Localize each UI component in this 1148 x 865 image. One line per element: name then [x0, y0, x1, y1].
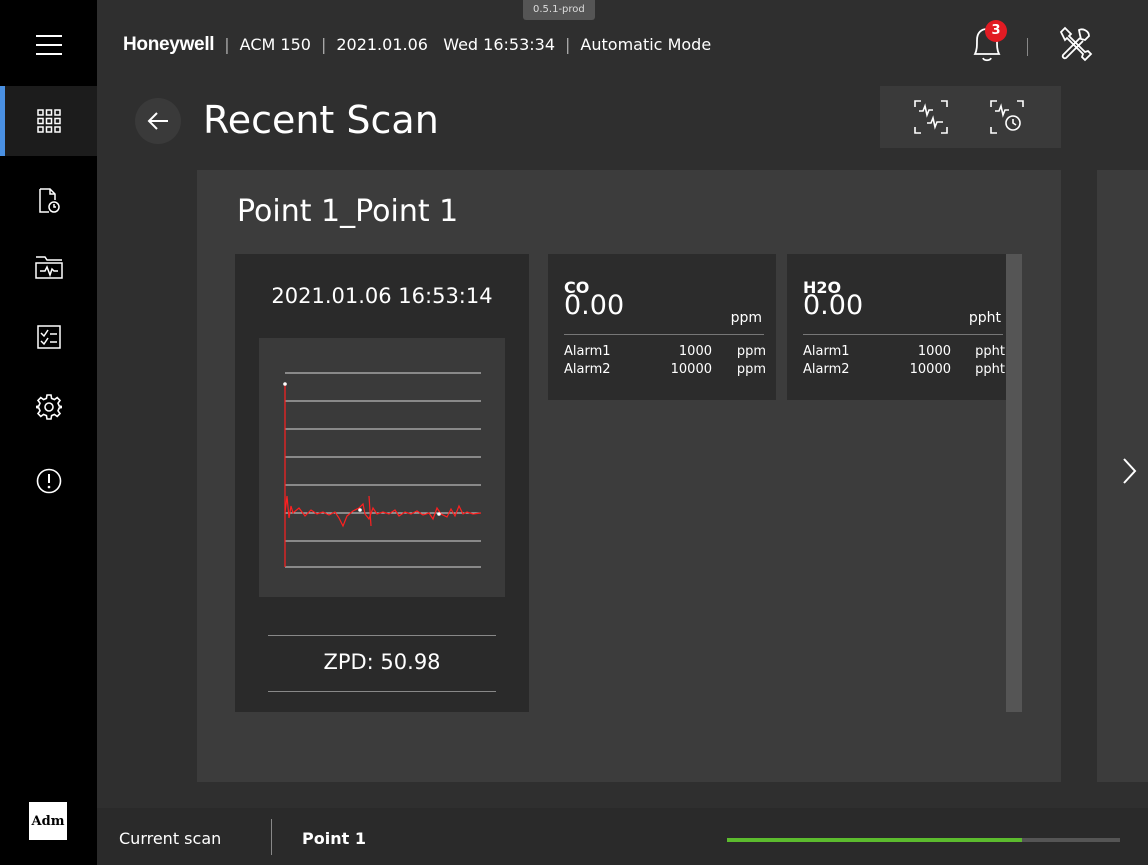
- header-time: Wed 16:53:34: [443, 35, 556, 54]
- sidebar-item-reports[interactable]: [0, 166, 97, 236]
- alarm-value: 10000: [670, 361, 712, 377]
- header-divider: [1027, 38, 1028, 56]
- scan-timestamp: 2021.01.06 16:53:14: [271, 284, 493, 308]
- alarm-row: Alarm2 10000 ppht: [803, 360, 1005, 378]
- alarm-table: Alarm1 1000 ppht Alarm2 10000 ppht: [803, 342, 1005, 378]
- point-title: Point 1_Point 1: [237, 194, 459, 229]
- alarm-label: Alarm2: [803, 361, 850, 377]
- scan-card: Point 1_Point 1 2021.01.06 16:53:14 ZPD:…: [197, 170, 1061, 782]
- alarm-label: Alarm2: [564, 361, 611, 377]
- sidebar-item-alerts[interactable]: [0, 446, 97, 516]
- divider: [268, 635, 496, 636]
- alarm-unit: ppht: [975, 361, 1005, 377]
- alarm-unit: ppm: [736, 361, 766, 377]
- user-avatar[interactable]: Adm: [29, 802, 67, 840]
- gear-icon: [35, 394, 62, 420]
- sidebar-item-dashboard[interactable]: [0, 86, 97, 156]
- spectrum-panel[interactable]: 2021.01.06 16:53:14 ZPD: 50.98: [235, 254, 529, 712]
- alarm-row: Alarm1 1000 ppm: [564, 342, 766, 360]
- dashboard-icon: [36, 109, 61, 133]
- gas-value: 0.00: [803, 290, 864, 321]
- top-bar: 0.5.1-prod Honeywell | ACM 150 | 2021.01.06 …: [97, 0, 1148, 90]
- checklist-icon: [36, 325, 61, 349]
- current-point: Point 1: [302, 829, 366, 848]
- alarm-row: Alarm1 1000 ppht: [803, 342, 1005, 360]
- gas-card-h2o[interactable]: H2O 0.00 ppht Alarm1 1000 ppht Alarm2 10…: [787, 254, 1015, 400]
- divider: [803, 334, 1003, 335]
- progress-fill: [727, 838, 1022, 842]
- menu-icon: [35, 35, 62, 55]
- menu-button[interactable]: [0, 10, 97, 80]
- alarm-unit: ppm: [736, 343, 766, 359]
- scan-waveform-icon: [914, 100, 948, 134]
- gas-unit: ppm: [730, 310, 762, 326]
- scan-actions: [880, 86, 1061, 148]
- bottom-status-bar: Current scan Point 1: [97, 808, 1148, 865]
- brand-logo: Honeywell: [123, 34, 215, 55]
- sidebar-item-settings[interactable]: [0, 372, 97, 442]
- alert-count-badge: 3: [985, 20, 1007, 42]
- divider: [564, 334, 764, 335]
- back-arrow-icon: [147, 112, 168, 130]
- operation-mode: Automatic Mode: [580, 35, 712, 54]
- report-clock-icon: [38, 188, 60, 213]
- alarm-value: 10000: [909, 361, 951, 377]
- gas-value: 0.00: [564, 290, 625, 321]
- spectrum-chart: [283, 372, 482, 568]
- scan-timer-icon: [990, 100, 1024, 134]
- tools-icon[interactable]: [1057, 26, 1093, 62]
- gas-unit: ppht: [968, 310, 1001, 326]
- sidebar-item-scan-data[interactable]: [0, 232, 97, 302]
- divider: [271, 819, 272, 855]
- alert-circle-icon: [36, 468, 61, 494]
- header-info: Honeywell | ACM 150 | 2021.01.06 Wed 16:53:3…: [123, 34, 712, 55]
- alarm-value: 1000: [917, 343, 951, 359]
- current-scan-label: Current scan: [119, 829, 222, 848]
- scan-waveform-button[interactable]: [910, 96, 952, 138]
- header-date: 2021.01.06: [336, 35, 428, 54]
- main-area: 0.5.1-prod Honeywell | ACM 150 | 2021.01.06 …: [97, 0, 1148, 808]
- folder-waveform-icon: [34, 256, 63, 279]
- alarm-label: Alarm1: [564, 343, 611, 359]
- alarm-label: Alarm1: [803, 343, 850, 359]
- page-title: Recent Scan: [203, 98, 439, 142]
- spectrum-plot: [259, 338, 505, 597]
- device-name: ACM 150: [239, 35, 311, 54]
- zpd-value: ZPD: 50.98: [323, 650, 441, 674]
- version-tag: 0.5.1-prod: [523, 0, 595, 20]
- back-button[interactable]: [135, 98, 181, 144]
- chevron-right-icon[interactable]: [1121, 456, 1137, 486]
- alarm-row: Alarm2 10000 ppm: [564, 360, 766, 378]
- alarm-table: Alarm1 1000 ppm Alarm2 10000 ppm: [564, 342, 766, 378]
- divider: [268, 691, 496, 692]
- scan-progress-bar: [727, 838, 1120, 842]
- scrollbar[interactable]: [1006, 254, 1022, 712]
- alarm-unit: ppht: [975, 343, 1005, 359]
- sidebar: Adm: [0, 0, 97, 865]
- gas-card-co[interactable]: CO 0.00 ppm Alarm1 1000 ppm Alarm2 10000…: [548, 254, 776, 400]
- alarm-value: 1000: [678, 343, 712, 359]
- scan-timer-button[interactable]: [986, 96, 1028, 138]
- sidebar-item-checklist[interactable]: [0, 302, 97, 372]
